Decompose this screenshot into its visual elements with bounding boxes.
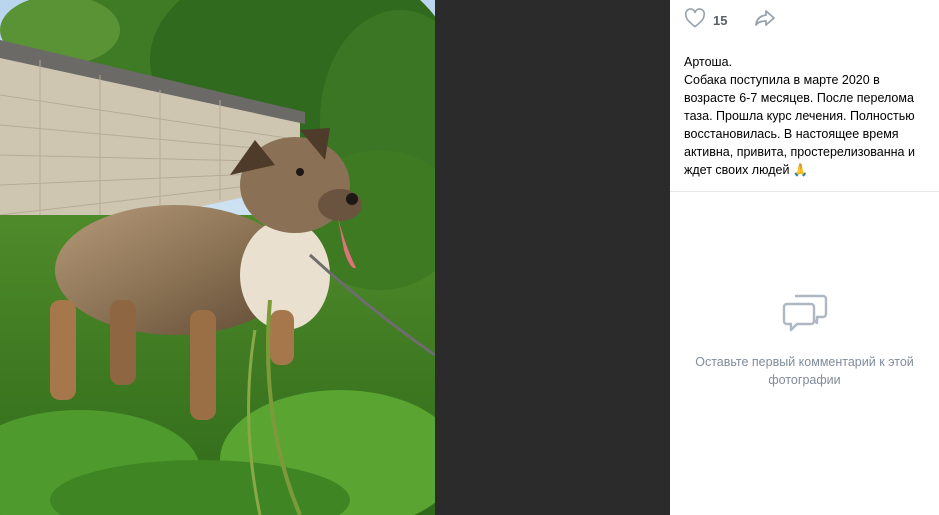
description-title: Артоша. bbox=[684, 55, 733, 69]
share-button[interactable] bbox=[753, 8, 777, 33]
photo-description: Артоша. Собака поступила в марте 2020 в … bbox=[670, 40, 939, 192]
actions-bar: 15 bbox=[670, 0, 939, 40]
like-button[interactable]: 15 bbox=[684, 7, 728, 33]
dog-photo-image bbox=[0, 0, 435, 515]
share-arrow-icon bbox=[753, 8, 777, 33]
photo-viewer bbox=[0, 0, 670, 515]
comments-icon bbox=[781, 294, 829, 338]
photo-sidebar: 15 Артоша. Собака поступила в марте 2020… bbox=[670, 0, 939, 515]
description-body: Собака поступила в марте 2020 в возрасте… bbox=[684, 73, 915, 177]
dog-photo[interactable] bbox=[0, 0, 435, 515]
likes-count: 15 bbox=[713, 12, 728, 28]
comments-empty-state: Оставьте первый комментарий к этой фотог… bbox=[670, 290, 939, 389]
empty-comments-text: Оставьте первый комментарий к этой фотог… bbox=[695, 355, 914, 387]
heart-icon bbox=[684, 7, 706, 33]
